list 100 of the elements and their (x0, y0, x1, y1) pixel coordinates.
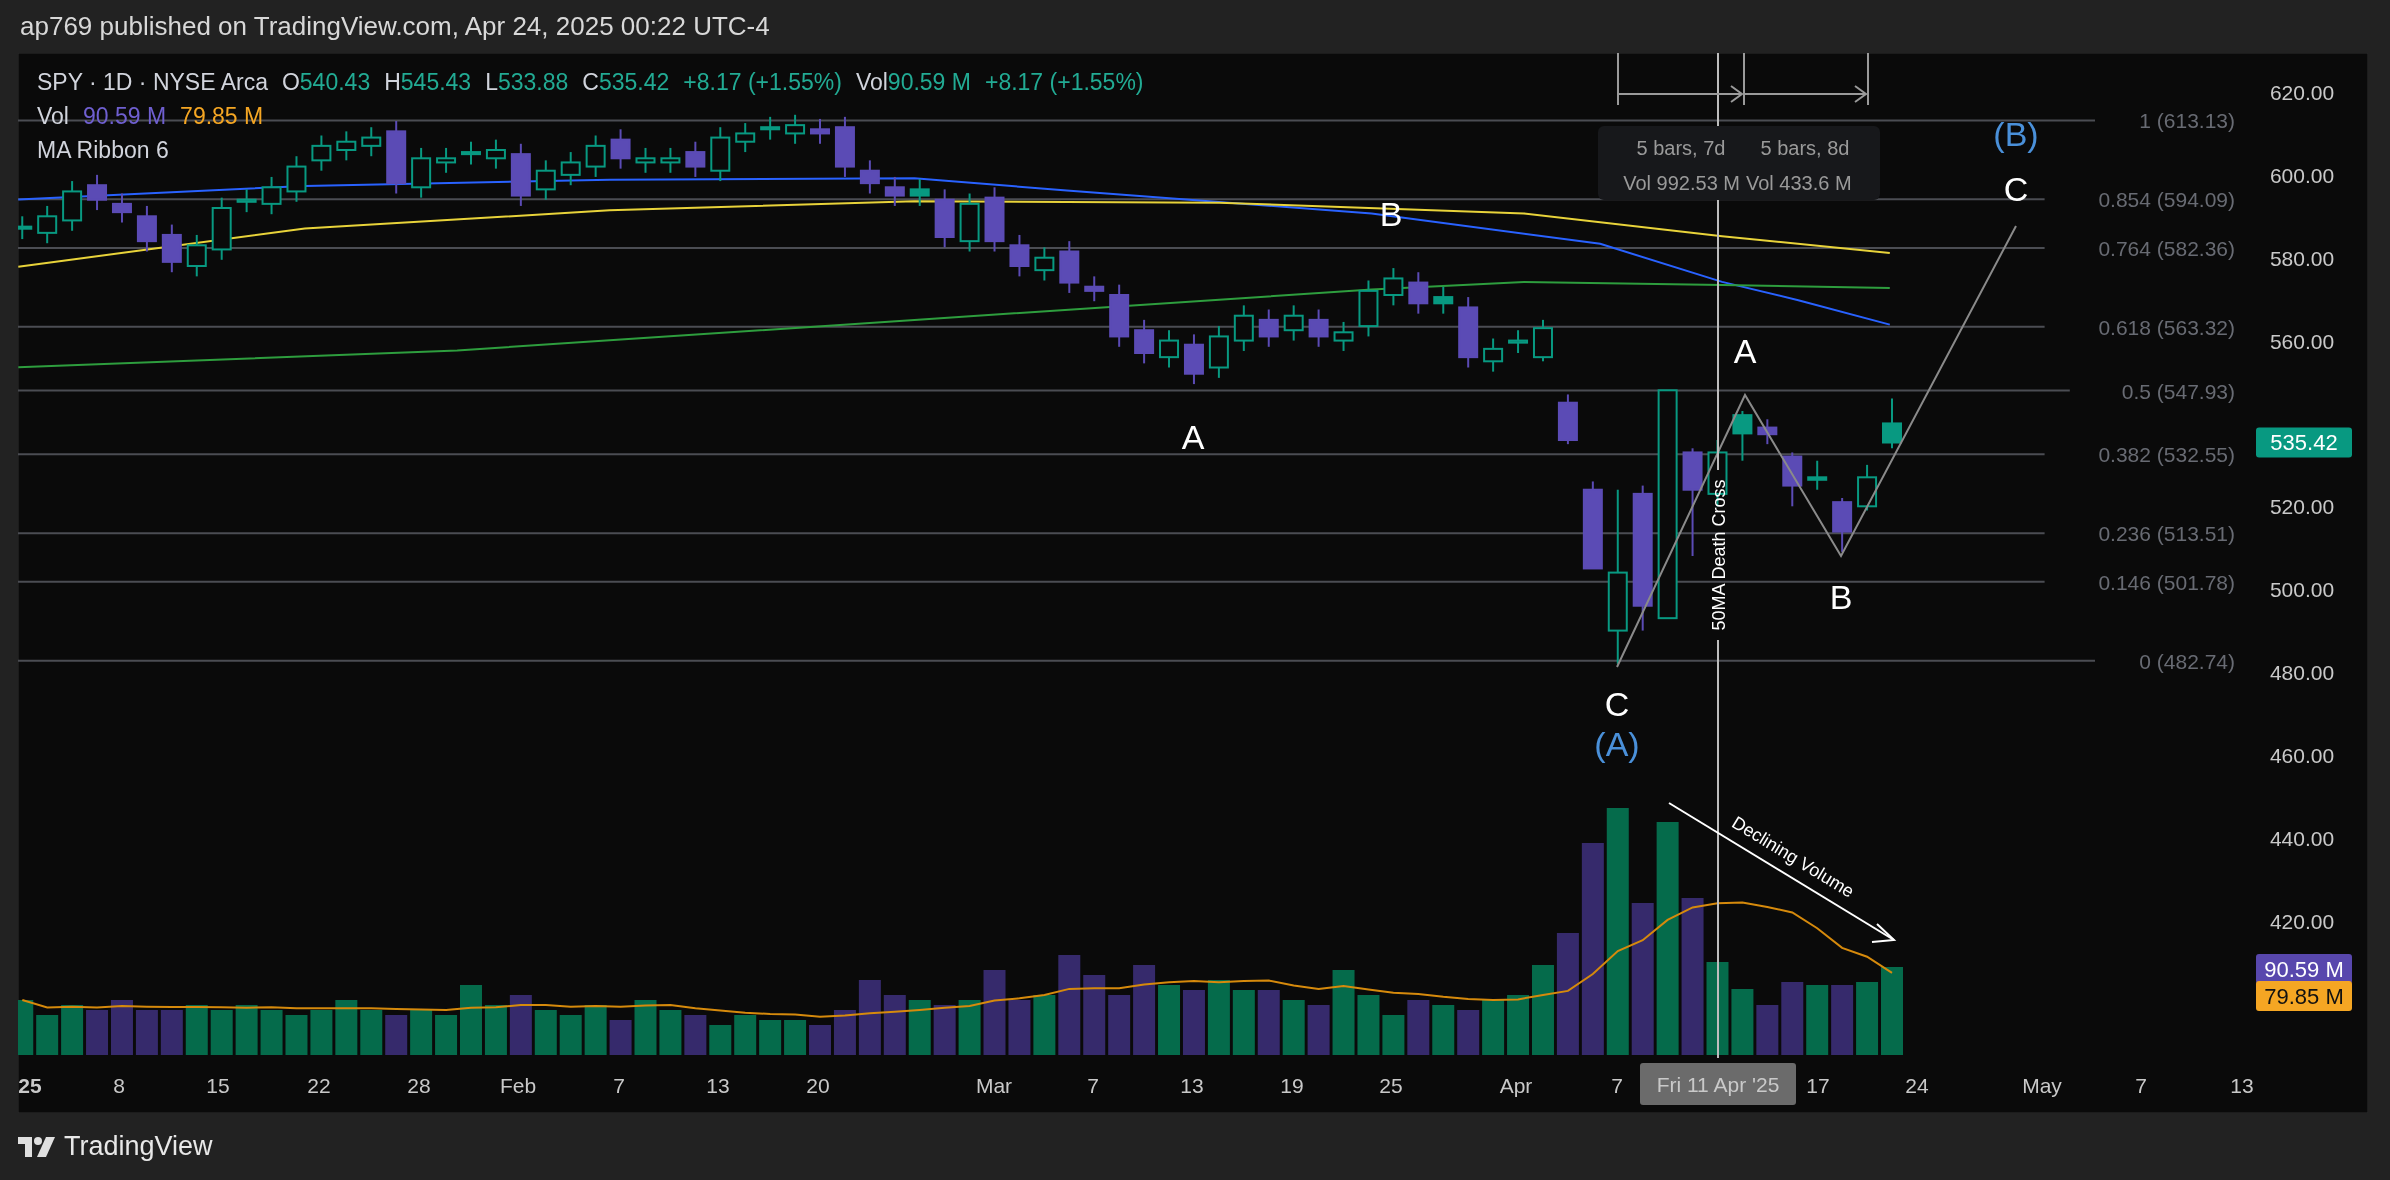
volume-bar (1357, 995, 1380, 1055)
volume-bar (1831, 985, 1854, 1055)
crosshair-date-label: Fri 11 Apr '25 (1640, 1063, 1796, 1105)
candlestick (1258, 308, 1279, 348)
volume-bar (1806, 985, 1829, 1055)
candlestick (1508, 329, 1529, 354)
price-axis-label: 420.00 (2269, 909, 2335, 933)
time-axis-label: Apr (1499, 1074, 1533, 1097)
change-value: +8.17 (+1.55%) (683, 68, 842, 96)
wave-label: C (2003, 170, 2029, 208)
candlestick (461, 140, 481, 166)
candlestick (186, 233, 207, 278)
volume-bar (260, 1010, 283, 1055)
time-axis-label: Feb (499, 1074, 537, 1097)
change-value: +8.17 (+1.55%) (984, 68, 1144, 96)
bar-count: 5 bars, 7d (1636, 137, 1726, 159)
candlestick (1832, 497, 1853, 553)
ohlc-label: O (281, 68, 300, 96)
volume-bar (1033, 995, 1056, 1055)
time-axis-label: 7 (1611, 1074, 1623, 1097)
price-axis-label: 460.00 (2269, 743, 2335, 767)
candlestick (361, 126, 382, 158)
price-tag: 535.42 (2256, 427, 2352, 458)
time-axis-label: 7 (613, 1074, 625, 1097)
indicator-name: MA Ribbon 6 (37, 136, 169, 164)
volume-bar (135, 1010, 158, 1055)
candlestick (735, 122, 756, 154)
ohlc-value: 540.43 (299, 68, 371, 96)
volume-bar (160, 1010, 183, 1055)
candlestick (485, 138, 506, 170)
time-axis-label: May (2022, 1074, 2062, 1097)
ohlc-value: 533.88 (497, 68, 569, 96)
price-axis-label: 500.00 (2269, 578, 2335, 602)
volume-bar (534, 1010, 557, 1055)
price-axis-label: 480.00 (2269, 661, 2335, 684)
candlestick (635, 146, 656, 174)
volume-bar (1731, 989, 1754, 1055)
candlestick (1807, 459, 1828, 491)
indicator-value: 79.85 M (180, 102, 264, 130)
crosshair-note: 50MA Death Cross (1709, 479, 1729, 631)
price-tag: 79.85 M (2256, 981, 2352, 1011)
volume-bar (1257, 990, 1280, 1055)
volume-bar (1232, 990, 1255, 1055)
time-axis-label: 19 (1280, 1074, 1304, 1097)
candlestick (1757, 418, 1778, 446)
candlestick (87, 173, 108, 212)
candlestick (984, 186, 1005, 253)
candlestick (211, 196, 232, 261)
candlestick (1084, 275, 1105, 303)
volume-bar (18, 1000, 34, 1055)
candlestick (785, 113, 806, 145)
fib-level-label: 0.618 (563.32) (2098, 315, 2235, 339)
candlestick (261, 175, 282, 216)
candlestick (585, 134, 606, 178)
candlestick (311, 134, 332, 172)
volume-bar (1756, 1005, 1779, 1055)
volume-bar (659, 1010, 682, 1055)
candlestick (336, 130, 357, 162)
volume-bar (1158, 985, 1181, 1055)
volume-bar (36, 1015, 59, 1055)
candlestick (136, 204, 157, 253)
symbol-label: SPY · 1D · NYSE Arca (37, 68, 268, 96)
candlestick (909, 178, 930, 207)
price-axis-label: 520.00 (2269, 495, 2335, 519)
time-axis-label: 13 (1180, 1074, 1204, 1097)
ohlc-value: 535.42 (598, 68, 670, 96)
time-axis-label: 15 (206, 1074, 230, 1097)
candlestick (1483, 337, 1504, 373)
fib-level-label: 0.236 (513.51) (2098, 522, 2235, 546)
fib-level-label: 0 (482.74) (2139, 649, 2235, 673)
candlestick (286, 155, 307, 203)
candlestick (1333, 320, 1354, 352)
time-axis-label: 25 (18, 1074, 42, 1097)
volume-bar (1482, 1000, 1505, 1055)
volume-bar (684, 1015, 707, 1055)
candlestick (934, 188, 955, 249)
volume-bar (734, 1015, 757, 1055)
candlestick (1408, 271, 1429, 315)
price-tag: 90.59 M (2256, 954, 2352, 984)
time-axis-label: 17 (1806, 1074, 1830, 1097)
time-axis-label: 22 (307, 1074, 331, 1097)
volume-bar (335, 1000, 358, 1055)
candlestick (1159, 329, 1180, 369)
volume-bar (1432, 1005, 1455, 1055)
volume-bar (709, 1025, 732, 1055)
time-axis-label: 25 (1379, 1074, 1403, 1097)
volume-bar (310, 1010, 333, 1055)
candlestick (959, 192, 980, 253)
candlestick (1857, 463, 1878, 512)
time-axis-label: 13 (2230, 1074, 2254, 1097)
volume-bar (1008, 1000, 1031, 1055)
candlestick (436, 146, 457, 174)
publish-info: ap769 published on TradingView.com, Apr 24, 2025 00:22 UTC-4 (20, 11, 770, 42)
candlestick (1433, 285, 1454, 315)
candlestick (685, 140, 706, 178)
candlestick (859, 159, 880, 195)
candlestick (560, 151, 581, 187)
logo-icon (18, 1134, 56, 1159)
candlestick (1308, 308, 1329, 348)
time-axis-label: 13 (706, 1074, 730, 1097)
